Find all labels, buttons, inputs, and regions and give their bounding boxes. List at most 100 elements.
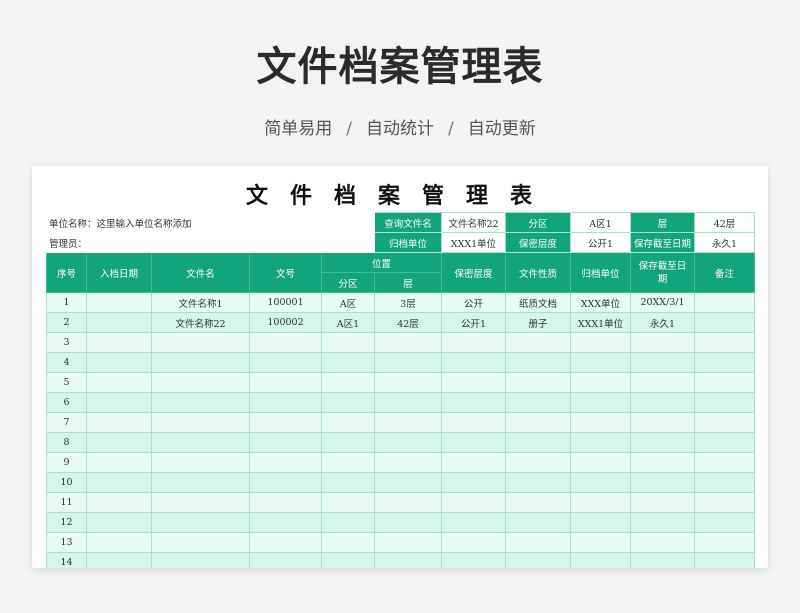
- cell-date[interactable]: [86, 392, 152, 413]
- cell-zone[interactable]: [321, 472, 375, 493]
- cell-unit[interactable]: [570, 472, 631, 493]
- cell-unit[interactable]: XXX1单位: [570, 312, 631, 333]
- cell-remark[interactable]: [694, 312, 755, 333]
- cell-filename[interactable]: [151, 352, 250, 373]
- cell-docno[interactable]: [249, 352, 322, 373]
- cell-unit[interactable]: [570, 532, 631, 553]
- cell-zone[interactable]: [321, 552, 375, 568]
- col-header-nature[interactable]: 文件性质: [505, 252, 571, 293]
- cell-filename[interactable]: [151, 372, 250, 393]
- cell-keep-until[interactable]: [630, 492, 695, 513]
- cell-unit[interactable]: [570, 552, 631, 568]
- cell-remark[interactable]: [694, 532, 755, 553]
- cell-docno[interactable]: [249, 332, 322, 353]
- cell-nature[interactable]: [505, 552, 571, 568]
- cell-docno[interactable]: [249, 532, 322, 553]
- cell-docno[interactable]: [249, 512, 322, 533]
- info-value[interactable]: 永久1: [694, 232, 755, 253]
- cell-docno[interactable]: [249, 552, 322, 568]
- cell-floor[interactable]: [374, 392, 442, 413]
- cell-docno[interactable]: 100002: [249, 312, 322, 333]
- cell-remark[interactable]: [694, 512, 755, 533]
- cell-secrecy[interactable]: [441, 452, 506, 473]
- cell-keep-until[interactable]: [630, 332, 695, 353]
- cell-filename[interactable]: [151, 512, 250, 533]
- cell-date[interactable]: [86, 352, 152, 373]
- cell-keep-until[interactable]: [630, 352, 695, 373]
- col-header-unit[interactable]: 归档单位: [570, 252, 631, 293]
- col-header-filename[interactable]: 文件名: [151, 252, 250, 293]
- cell-filename[interactable]: [151, 432, 250, 453]
- cell-unit[interactable]: XXX单位: [570, 292, 631, 313]
- cell-nature[interactable]: [505, 352, 571, 373]
- cell-secrecy[interactable]: [441, 532, 506, 553]
- cell-keep-until[interactable]: [630, 532, 695, 553]
- cell-unit[interactable]: [570, 332, 631, 353]
- cell-nature[interactable]: [505, 472, 571, 493]
- cell-remark[interactable]: [694, 432, 755, 453]
- cell-secrecy[interactable]: 公开1: [441, 312, 506, 333]
- cell-docno[interactable]: [249, 492, 322, 513]
- cell-keep-until[interactable]: 永久1: [630, 312, 695, 333]
- cell-seq[interactable]: 1: [46, 292, 87, 313]
- unit-name-label[interactable]: 单位名称：这里输入单位名称添加: [46, 212, 375, 233]
- cell-floor[interactable]: [374, 432, 442, 453]
- cell-filename[interactable]: [151, 472, 250, 493]
- cell-seq[interactable]: 9: [46, 452, 87, 473]
- cell-keep-until[interactable]: [630, 512, 695, 533]
- cell-nature[interactable]: [505, 332, 571, 353]
- cell-secrecy[interactable]: [441, 512, 506, 533]
- cell-keep-until[interactable]: [630, 552, 695, 568]
- cell-nature[interactable]: [505, 412, 571, 433]
- cell-docno[interactable]: [249, 412, 322, 433]
- cell-remark[interactable]: [694, 492, 755, 513]
- col-header-zone[interactable]: 分区: [321, 272, 375, 293]
- cell-unit[interactable]: [570, 412, 631, 433]
- cell-floor[interactable]: [374, 552, 442, 568]
- cell-floor[interactable]: [374, 352, 442, 373]
- cell-remark[interactable]: [694, 352, 755, 373]
- cell-keep-until[interactable]: [630, 372, 695, 393]
- cell-floor[interactable]: [374, 332, 442, 353]
- cell-nature[interactable]: [505, 372, 571, 393]
- cell-filename[interactable]: [151, 332, 250, 353]
- cell-date[interactable]: [86, 552, 152, 568]
- cell-seq[interactable]: 3: [46, 332, 87, 353]
- cell-docno[interactable]: [249, 432, 322, 453]
- col-header-floor[interactable]: 层: [374, 272, 442, 293]
- cell-date[interactable]: [86, 372, 152, 393]
- cell-keep-until[interactable]: [630, 472, 695, 493]
- cell-seq[interactable]: 2: [46, 312, 87, 333]
- cell-date[interactable]: [86, 312, 152, 333]
- col-header-keep-until[interactable]: 保存截至日期: [630, 252, 695, 293]
- cell-date[interactable]: [86, 412, 152, 433]
- col-header-remark[interactable]: 备注: [694, 252, 755, 293]
- cell-secrecy[interactable]: [441, 412, 506, 433]
- cell-zone[interactable]: [321, 332, 375, 353]
- cell-zone[interactable]: [321, 432, 375, 453]
- cell-filename[interactable]: 文件名称1: [151, 292, 250, 313]
- cell-secrecy[interactable]: [441, 392, 506, 413]
- cell-filename[interactable]: 文件名称22: [151, 312, 250, 333]
- manager-label[interactable]: 管理员：: [46, 232, 375, 253]
- col-header-location[interactable]: 位置: [321, 252, 442, 273]
- cell-keep-until[interactable]: [630, 392, 695, 413]
- cell-floor[interactable]: [374, 472, 442, 493]
- cell-date[interactable]: [86, 332, 152, 353]
- cell-filename[interactable]: [151, 492, 250, 513]
- cell-nature[interactable]: [505, 452, 571, 473]
- cell-unit[interactable]: [570, 372, 631, 393]
- cell-secrecy[interactable]: [441, 432, 506, 453]
- cell-date[interactable]: [86, 432, 152, 453]
- cell-floor[interactable]: [374, 412, 442, 433]
- cell-unit[interactable]: [570, 492, 631, 513]
- cell-docno[interactable]: [249, 452, 322, 473]
- cell-zone[interactable]: [321, 492, 375, 513]
- cell-secrecy[interactable]: [441, 352, 506, 373]
- cell-zone[interactable]: [321, 352, 375, 373]
- cell-seq[interactable]: 11: [46, 492, 87, 513]
- cell-date[interactable]: [86, 472, 152, 493]
- cell-filename[interactable]: [151, 452, 250, 473]
- cell-remark[interactable]: [694, 292, 755, 313]
- cell-nature[interactable]: [505, 392, 571, 413]
